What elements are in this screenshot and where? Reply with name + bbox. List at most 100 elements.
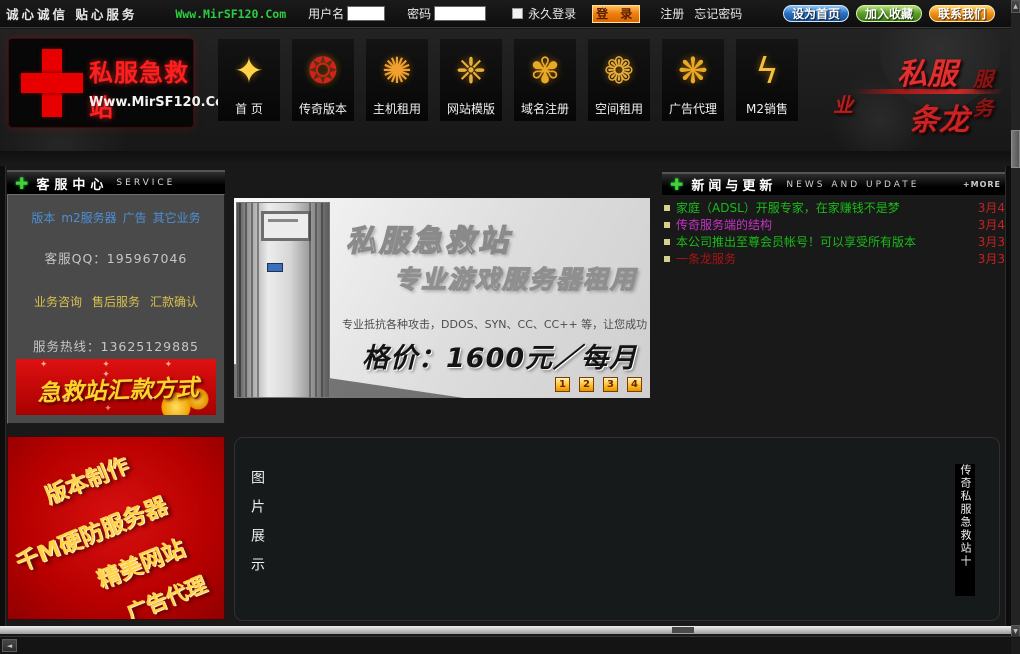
horizontal-scrollbar[interactable] [0,636,1020,654]
news-bullet-icon [664,256,670,262]
service-link[interactable]: m2服务器 [61,211,116,225]
service-link[interactable]: 售后服务 [92,295,140,309]
slogan-text: 诚心诚信 贴心服务 [6,4,137,23]
nav-item-label: 主机租用 [373,100,421,117]
banner-page-button-1[interactable]: 1 [555,377,570,392]
username-input[interactable] [347,6,385,21]
news-title: 新闻与更新 [691,175,776,194]
frame-divider-handle[interactable] [672,627,694,633]
nav-item-label: 广告代理 [669,100,717,117]
server-tower-image [236,202,330,398]
news-item[interactable]: 家庭（ADSL）开服专家，在家赚钱不是梦3月4 [662,199,1005,216]
service-link[interactable]: 业务咨询 [34,295,82,309]
main-nav: ✦ 首 页 ❂传奇版本 ✺ 主机租用 ❈网站模版✾域名注册 ❁ 空间租用 ❋广告代理 ϟ M2销售 [218,39,798,121]
add-favorite-button[interactable]: 加入收藏 [856,5,922,22]
service-hotline-text: 服务热线：13625129885 [8,336,224,355]
service-center-subtitle: SERVICE [116,178,175,188]
service-link[interactable]: 版本 [31,211,55,225]
nav-item-space[interactable]: ❁ 空间租用 [588,39,650,121]
promo-text-2: 私服 [897,49,957,93]
service-center-panel: 版本 m2服务器广告其它业务 客服QQ：195967046 业务咨询售后服务汇款确… [7,194,225,424]
banner-price-text: 格价：1600元／每月 [362,336,637,375]
nav-item-label: M2销售 [746,100,788,117]
login-button[interactable]: 登 录 [592,5,640,23]
banner-page-button-4[interactable]: 4 [627,377,642,392]
service-link[interactable]: 汇款确认 [150,295,198,309]
nav-item-label: 首 页 [235,100,263,117]
news-item[interactable]: 一条龙服务3月3 [662,250,1005,267]
vertical-scrollbar-thumb[interactable] [1011,130,1020,168]
space-nav-icon: ❁ [604,47,634,97]
home-nav-icon: ✦ [234,47,264,97]
logo-url: Www.MirSF120.Com [89,95,238,110]
service-center-title: 客服中心 [36,174,108,193]
service-link[interactable]: 广告 [123,211,147,225]
set-home-button[interactable]: 设为首页 [783,5,849,22]
banner-page-button-3[interactable]: 3 [603,377,618,392]
server-led-badge [267,263,283,272]
news-bullet-icon [664,222,670,228]
left-frame-edge [0,166,6,626]
scroll-up-icon[interactable] [1011,0,1020,13]
private-server-site-window: 诚心诚信 贴心服务 Www.MirSF120.Com 用户名 密码 永久登录 登… [0,0,1020,654]
promo-text-1: 业 [833,89,853,118]
service-links-row1: 版本 m2服务器广告其它业务 [8,209,224,226]
service-links-row2: 业务咨询售后服务汇款确认 [8,293,224,310]
plus-icon: ✚ [670,175,683,194]
promo-text-3: 条龙 [909,95,969,139]
site-logo[interactable]: 私服急救站 Www.MirSF120.Com [8,38,194,128]
nav-item-ads[interactable]: ❋广告代理 [662,39,724,121]
contact-us-button[interactable]: 联系我们 [929,5,995,22]
nav-item-m2[interactable]: ϟ M2销售 [736,39,798,121]
scroll-left-icon[interactable] [2,639,17,652]
news-item-date: 3月3 [978,233,1005,250]
news-item-text: 家庭（ADSL）开服专家，在家赚钱不是梦 [676,199,974,216]
nav-item-domains[interactable]: ✾域名注册 [514,39,576,121]
service-qq-text: 客服QQ：195967046 [8,248,224,267]
m2-nav-icon: ϟ [755,47,779,97]
news-item-date: 3月4 [978,199,1005,216]
news-item[interactable]: 本公司推出至尊会员帐号！可以享受所有版本3月3 [662,233,1005,250]
topbar-quick-buttons: 设为首页 加入收藏 联系我们 [783,5,995,22]
news-item-text: 本公司推出至尊会员帐号！可以享受所有版本 [676,233,974,250]
banner-description: 专业抵抗各种攻击，DDOS、SYN、CC、CC++ 等，让您成功 [342,316,647,332]
username-label: 用户名 [308,5,344,22]
marquee-text: 传奇私服急救站十 [957,464,973,596]
services-ad-banner[interactable]: 版本制作千M硬防服务器精美网站广告代理 [7,436,225,620]
news-more-link[interactable]: +MORE [963,180,1001,189]
site-url-text: Www.MirSF120.Com [175,7,286,21]
picture-display-label: 图片展示 [247,470,267,586]
vertical-scrollbar[interactable] [1011,0,1020,638]
top-login-bar: 诚心诚信 贴心服务 Www.MirSF120.Com 用户名 密码 永久登录 登… [0,0,1011,28]
register-link[interactable]: 注册 [660,5,684,22]
forgot-password-link[interactable]: 忘记密码 [694,5,742,22]
banner-subtitle: 专业游戏服务器租用 [394,260,637,296]
banner-page-button-2[interactable]: 2 [579,377,594,392]
nav-item-label: 空间租用 [595,100,643,117]
password-label: 密码 [407,5,431,22]
password-input[interactable] [434,6,486,21]
news-item[interactable]: 传奇服务端的结构3月4 [662,216,1005,233]
templates-nav-icon: ❈ [456,47,486,97]
logo-title: 私服急救站 [89,53,193,123]
news-list: 家庭（ADSL）开服专家，在家赚钱不是梦3月4传奇服务端的结构3月4本公司推出至… [662,199,1005,267]
nav-item-hosting[interactable]: ✺ 主机租用 [366,39,428,121]
remember-checkbox[interactable] [512,8,523,19]
news-bullet-icon [664,205,670,211]
site-header: 私服急救站 Www.MirSF120.Com ✦ 首 页 ❂传奇版本 ✺ 主机租用 ❈网站… [0,29,1011,151]
nav-item-home[interactable]: ✦ 首 页 [218,39,280,121]
main-ad-banner[interactable]: 私服急救站 专业游戏服务器租用 专业抵抗各种攻击，DDOS、SYN、CC、CC+… [234,198,650,398]
red-cross-icon [21,49,83,117]
plus-icon: ✚ [15,174,28,193]
service-link[interactable]: 其它业务 [153,211,201,225]
nav-item-versions[interactable]: ❂传奇版本 [292,39,354,121]
banner-pagination: 1234 [555,377,642,392]
payment-methods-banner[interactable]: 急救站汇款方式 [16,359,216,415]
right-marquee-strip: 传奇私服急救站十 [955,464,975,596]
payment-banner-text: 急救站汇款方式 [19,368,216,409]
news-section-header: ✚ 新闻与更新 NEWS AND UPDATE +MORE [662,172,1005,195]
hosting-nav-icon: ✺ [382,47,412,97]
nav-item-templates[interactable]: ❈网站模版 [440,39,502,121]
news-subtitle: NEWS AND UPDATE [786,180,919,190]
service-center-header: ✚ 客服中心 SERVICE [7,170,225,194]
